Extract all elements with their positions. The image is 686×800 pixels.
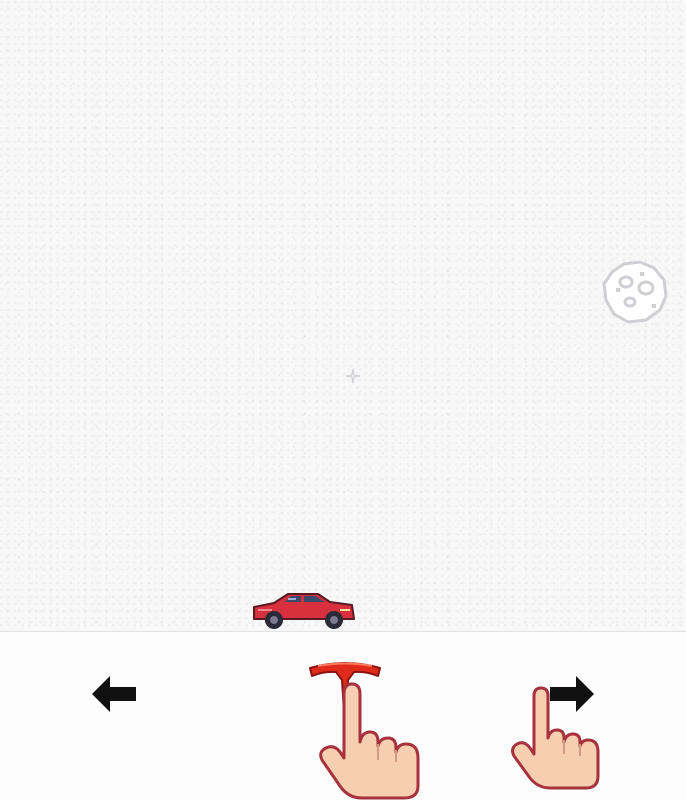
pointing-hand-icon xyxy=(511,686,600,790)
control-bar xyxy=(0,632,686,800)
move-left-button[interactable] xyxy=(82,668,146,720)
sparkle-sprite xyxy=(345,368,361,384)
player-car-sprite xyxy=(253,593,355,629)
arrow-left-icon xyxy=(92,676,136,712)
asteroid-sprite xyxy=(602,260,668,324)
game-screen xyxy=(0,0,686,800)
playfield xyxy=(0,0,686,631)
pointing-hand-icon xyxy=(319,682,420,800)
